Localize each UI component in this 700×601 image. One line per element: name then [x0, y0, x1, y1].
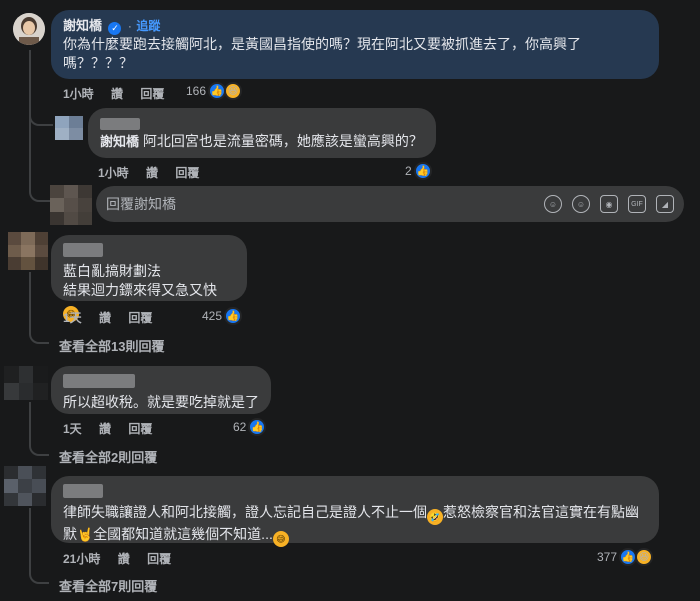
comment-bubble-highlighted: 謝知橋 ✓ · 追蹤 你為什麼要跑去接觸阿北，是黃國昌指使的嗎？現在阿北又要被抓… [51, 10, 659, 79]
reply-link[interactable]: 回覆 [140, 87, 164, 101]
current-user-avatar [50, 185, 92, 225]
comment-text: 嗎？？？？ [63, 54, 133, 71]
verified-badge-icon: ✓ [108, 21, 122, 35]
comment-author[interactable]: 謝知橋 [100, 134, 139, 149]
thread-connector [29, 130, 51, 202]
thread-line [29, 272, 31, 330]
thread-connector [29, 110, 53, 126]
emoji-icon[interactable]: ☺ [572, 195, 590, 213]
like-reaction-icon: 👍 [413, 162, 432, 180]
haha-reaction-icon: 😆 [635, 548, 654, 566]
reply-link[interactable]: 回覆 [147, 552, 171, 566]
reply-link[interactable]: 回覆 [128, 422, 152, 436]
comment-meta: 1天 讚 回覆 [63, 420, 166, 437]
like-reaction-icon: 👍 [248, 418, 267, 436]
avatar[interactable] [4, 466, 46, 506]
avatar[interactable] [8, 232, 48, 270]
view-replies-link[interactable]: 查看全部7則回覆 [59, 576, 157, 595]
rock-hand-emoji-icon: 🤘 [77, 527, 94, 542]
gif-icon[interactable]: GIF [628, 195, 646, 213]
comment-bubble: 律師失職讓證人和阿北接觸，證人忘記自己是證人不止一個 🤣 惹怒檢察官和法官這實在有點… [51, 476, 659, 547]
thread-line [29, 402, 31, 444]
comment-text: 阿北回宮也是流量密碼，她應該是蠻高興的？ [142, 133, 423, 149]
comment-meta: 1小時 讚 回覆 [98, 164, 213, 181]
reaction-count[interactable]: 377 👍 😆 [597, 548, 654, 566]
avatar[interactable] [13, 13, 45, 45]
blurred-author-name [63, 374, 135, 388]
comment-bubble: 所以超收稅。就是要吃掉就是了 [51, 366, 271, 414]
thread-connector [29, 328, 49, 344]
comment-author[interactable]: 謝知橋 [63, 18, 102, 33]
view-replies-link[interactable]: 查看全部13則回覆 [59, 336, 164, 355]
comment-bubble: 藍白亂搞財劃法 結果迴力鏢來得又急又快 😂 [51, 235, 247, 322]
comment-text: 你為什麼要跑去接觸阿北，是黃國昌指使的嗎？現在阿北又要被抓進去了，你高興了 [63, 35, 581, 52]
reply-composer[interactable]: 回覆謝知橋 ☺ ☺ ◉ GIF ◢ [96, 186, 684, 222]
blurred-author-name [63, 243, 103, 257]
follow-link[interactable]: 追蹤 [136, 19, 160, 33]
comment-text: 默🤘全國都知道就這幾個不知道... 😅 [63, 525, 647, 547]
thread-connector [29, 440, 49, 456]
thread-line [29, 50, 31, 138]
reaction-count[interactable]: 62 👍 [233, 418, 267, 436]
like-link[interactable]: 讚 [111, 87, 123, 101]
comment-text: 律師失職讓證人和阿北接觸，證人忘記自己是證人不止一個 🤣 惹怒檢察官和法官這實在有點… [63, 503, 647, 525]
comment-time[interactable]: 1小時 [98, 166, 129, 180]
blurred-author-name [63, 484, 103, 498]
sticker-icon[interactable]: ◢ [656, 195, 674, 213]
laughing-emoji-icon: 🤣 [427, 509, 443, 525]
haha-reaction-icon: 😆 [224, 82, 243, 100]
like-link[interactable]: 讚 [99, 422, 111, 436]
thread-connector [29, 568, 49, 584]
comment-time[interactable]: 1天 [63, 422, 82, 436]
comment-text: 所以超收稅。就是要吃掉就是了 [63, 394, 259, 410]
like-link[interactable]: 讚 [146, 166, 158, 180]
comment-bubble: 謝知橋 阿北回宮也是流量密碼，她應該是蠻高興的？ [88, 108, 436, 158]
like-link[interactable]: 讚 [118, 552, 130, 566]
comment-meta: 21小時 讚 回覆 [63, 550, 185, 567]
comment-time[interactable]: 1天 [63, 311, 82, 325]
comment-meta: 1天 讚 回覆 [63, 309, 166, 326]
reply-link[interactable]: 回覆 [175, 166, 199, 180]
avatar-sticker-icon[interactable]: ☺ [544, 195, 562, 213]
reaction-count[interactable]: 425 👍 [202, 307, 243, 325]
sweat-smile-emoji-icon: 😅 [272, 531, 289, 547]
like-reaction-icon: 👍 [224, 307, 243, 325]
comment-text: 藍白亂搞財劃法 [63, 263, 161, 279]
avatar[interactable] [55, 116, 83, 140]
avatar[interactable] [4, 366, 48, 400]
reaction-count[interactable]: 2 👍 [405, 162, 432, 180]
comment-time[interactable]: 21小時 [63, 552, 100, 566]
view-replies-link[interactable]: 查看全部2則回覆 [59, 447, 157, 466]
comment-meta: 1小時 讚 回覆 [63, 85, 178, 102]
reply-link[interactable]: 回覆 [128, 311, 152, 325]
camera-icon[interactable]: ◉ [600, 195, 618, 213]
thread-line [29, 508, 31, 574]
like-link[interactable]: 讚 [99, 311, 111, 325]
reaction-count[interactable]: 166 👍 😆 [186, 82, 243, 100]
blurred-author-prefix [100, 118, 140, 130]
reply-input[interactable]: 回覆謝知橋 [106, 194, 534, 214]
comment-time[interactable]: 1小時 [63, 87, 94, 101]
